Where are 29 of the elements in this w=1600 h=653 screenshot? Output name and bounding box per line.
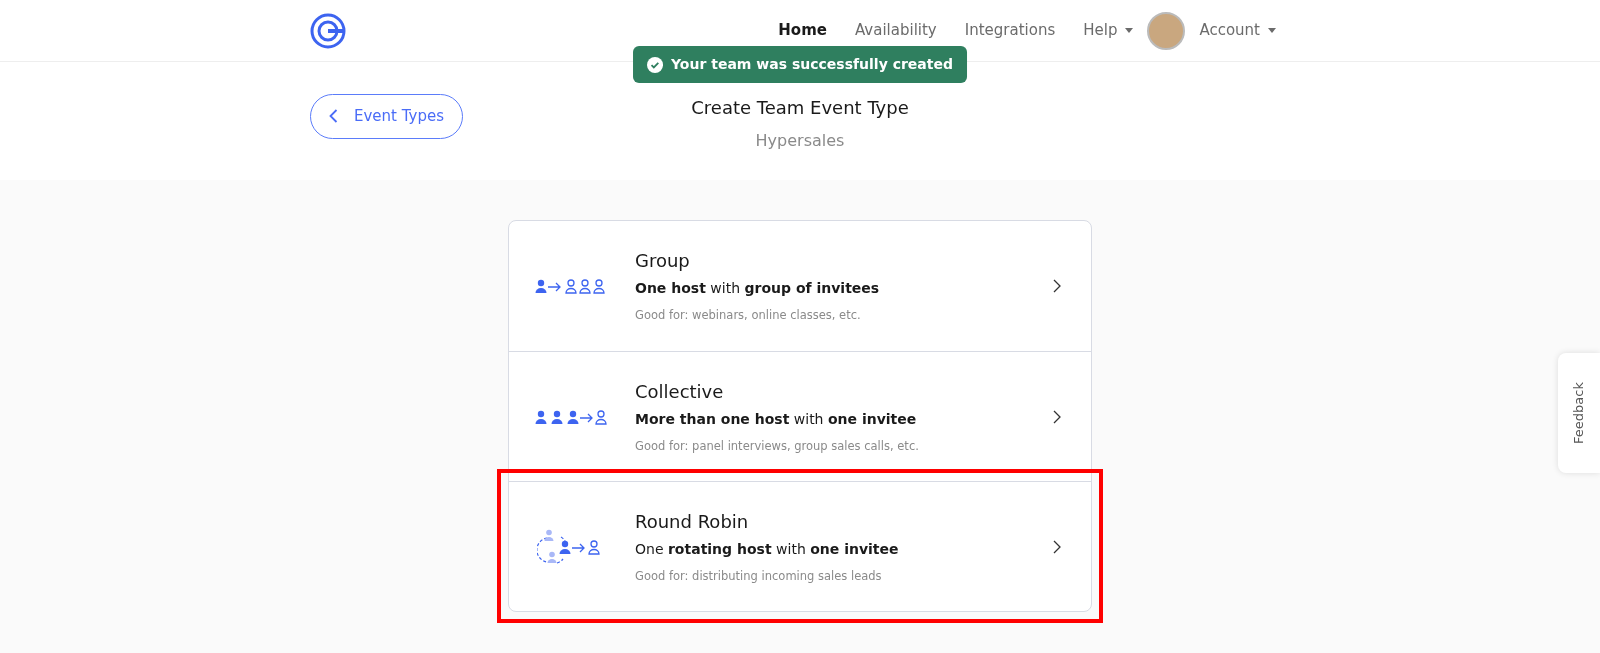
event-type-row[interactable]: Collective More than one host with one invitee Good for: panel interviews, group sales calls, etc. [509,351,1091,481]
event-type-title: Group [635,249,691,274]
event-type-row[interactable]: Group One host with group of invitees Good for: webinars, online classes, etc. [509,221,1091,351]
chevron-right-icon [1053,539,1061,554]
chevron-left-icon [329,109,338,124]
team-name: Hypersales [754,130,846,152]
event-type-description: More than one host with one invitee [635,409,918,429]
caret-icon [1268,28,1276,34]
event-type-row[interactable]: Round Robin One rotating host with one invitee Good for: distributing incoming sales leads [509,481,1091,611]
event-type-use-case: Good for: panel interviews, group sales calls, etc. [635,437,920,455]
event-type-title: Round Robin [635,509,750,534]
event-type-description: One rotating host with one invitee [635,539,900,559]
feedback-tab[interactable]: Feedback [1558,353,1600,473]
nav-link[interactable]: Home [764,19,841,42]
event-type-description: One host with group of invitees [635,279,881,299]
check-circle-icon [647,56,663,73]
event-type-use-case: Good for: webinars, online classes, etc. [635,307,862,325]
nav-link[interactable]: Help [1069,19,1148,42]
event-type-use-case: Good for: distributing incoming sales leads [635,567,883,585]
nav-link[interactable]: Integrations [950,19,1070,42]
nav-link[interactable]: Availability [841,19,951,42]
chevron-right-icon [1053,279,1061,293]
account-menu[interactable]: Account [1185,19,1290,42]
success-toast: Your team was successfully created [633,46,967,83]
event-type-title: Collective [635,379,725,404]
logo-icon[interactable] [310,12,346,49]
back-button[interactable]: Event Types [310,94,463,139]
page-title: Create Team Event Type [690,96,910,120]
chevron-right-icon [1053,409,1061,424]
